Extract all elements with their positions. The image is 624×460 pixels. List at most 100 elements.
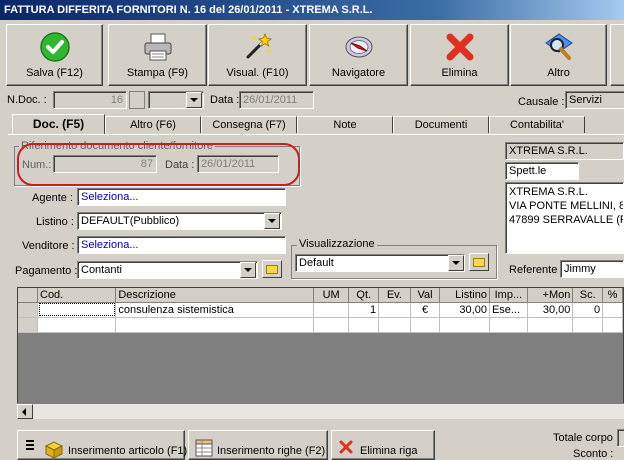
print-button[interactable]: Stampa (F9)	[108, 24, 207, 86]
listino-select[interactable]: DEFAULT(Pubblico)	[77, 212, 282, 230]
grid-cell[interactable]	[378, 317, 411, 333]
insert-rows-button[interactable]: Inserimento righe (F2)	[188, 430, 328, 460]
tab-note[interactable]: Note	[297, 116, 393, 133]
col-header-imp[interactable]: Imp...	[489, 288, 528, 303]
view-label: Visual. (F10)	[226, 67, 289, 79]
visualizzazione-folder-button[interactable]	[469, 253, 489, 271]
col-header-ev[interactable]: Ev.	[378, 288, 411, 303]
cell-ev[interactable]	[378, 302, 411, 318]
grid-cell[interactable]	[602, 317, 623, 333]
search-document-icon	[544, 33, 573, 60]
tab-contabilita[interactable]: Contabilita'	[489, 116, 585, 133]
scroll-left-arrow-icon[interactable]	[17, 404, 33, 419]
col-header-um[interactable]: UM	[313, 288, 350, 303]
customer-greeting-field[interactable]: Spett.le	[505, 162, 579, 180]
pagamento-folder-button[interactable]	[262, 260, 282, 278]
grid-cell[interactable]	[439, 317, 490, 333]
tab-consegna[interactable]: Consegna (F7)	[201, 116, 297, 133]
delete-row-button[interactable]: Elimina riga	[331, 430, 435, 460]
cell-val[interactable]: €	[410, 302, 441, 318]
delete-x-icon	[446, 33, 473, 61]
ndoc-label: N.Doc. :	[7, 94, 47, 106]
tab-panel-border	[8, 134, 624, 135]
col-header-perc[interactable]: %	[602, 288, 623, 303]
cell-imp[interactable]: Ese...	[489, 302, 528, 318]
visualizzazione-select[interactable]: Default	[295, 254, 465, 272]
grid-cell[interactable]	[115, 317, 314, 333]
document-lines-grid: Cod. Descrizione UM Qt. Ev. Val Listino …	[17, 287, 624, 419]
address-line: VIA PONTE MELLINI, 80	[509, 200, 624, 212]
agente-field[interactable]: Seleziona...	[77, 188, 286, 206]
insert-article-label: Inserimento articolo (F1)	[68, 445, 188, 457]
row-selector[interactable]	[18, 302, 38, 318]
listino-label: Listino :	[36, 216, 74, 228]
grid-horizontal-scrollbar[interactable]	[17, 403, 624, 419]
insert-article-button[interactable]: Inserimento articolo (F1)	[17, 430, 188, 460]
totale-corpo-label: Totale corpo :	[553, 432, 620, 444]
referente-label: Referente	[509, 264, 558, 276]
grid-cell[interactable]	[348, 317, 380, 333]
col-header-val[interactable]: Val	[410, 288, 441, 303]
col-header-sc[interactable]: Sc.	[572, 288, 604, 303]
delete-label: Elimina	[441, 67, 478, 79]
ndoc-series-dropdown-icon[interactable]	[186, 92, 202, 108]
visualizzazione-legend: Visualizzazione	[297, 238, 377, 250]
navigator-button[interactable]: Navigatore	[309, 24, 408, 86]
cell-mon[interactable]: 30,00	[527, 302, 574, 318]
print-label: Stampa (F9)	[126, 67, 189, 79]
grid-cell[interactable]	[527, 317, 574, 333]
agente-label: Agente :	[32, 192, 73, 204]
table-row[interactable]	[18, 317, 623, 333]
grid-cell[interactable]	[489, 317, 528, 333]
folder-icon	[266, 265, 278, 274]
col-header-listino[interactable]: Listino	[439, 288, 490, 303]
ndoc-suffix-box[interactable]	[129, 91, 145, 109]
tab-documenti[interactable]: Documenti	[393, 116, 489, 133]
grid-cell[interactable]	[313, 317, 350, 333]
navigator-label: Navigatore	[331, 67, 386, 79]
pagamento-select[interactable]: Contanti	[77, 261, 258, 279]
address-line: XTREMA S.R.L.	[509, 186, 588, 198]
cell-cod[interactable]	[37, 302, 117, 318]
col-header-cod[interactable]: Cod.	[37, 288, 117, 303]
customer-address-box[interactable]: XTREMA S.R.L. VIA PONTE MELLINI, 80 4789…	[505, 182, 624, 254]
cell-um[interactable]	[313, 302, 350, 318]
grid-cell[interactable]	[37, 317, 117, 333]
cell-perc[interactable]	[602, 302, 623, 318]
causale-label: Causale :	[518, 96, 565, 108]
highlight-ring	[17, 143, 300, 186]
pagamento-dropdown-icon[interactable]	[240, 262, 256, 278]
box-icon	[44, 441, 64, 459]
venditore-field[interactable]: Seleziona...	[77, 236, 286, 254]
listino-dropdown-icon[interactable]	[264, 213, 280, 229]
toolbar-overflow-button[interactable]	[610, 24, 624, 86]
row-selector[interactable]	[18, 317, 38, 333]
delete-button[interactable]: Elimina	[410, 24, 509, 86]
cell-listino[interactable]: 30,00	[439, 302, 490, 318]
col-header-descrizione[interactable]: Descrizione	[115, 288, 314, 303]
table-row[interactable]: consulenza sistemistica 1 € 30,00 Ese...…	[18, 302, 623, 318]
printer-icon	[144, 33, 171, 61]
venditore-label: Venditore :	[22, 240, 75, 252]
other-button[interactable]: Altro	[510, 24, 607, 86]
visualizzazione-dropdown-icon[interactable]	[448, 255, 464, 271]
col-header-mon[interactable]: +Mon	[527, 288, 574, 303]
cell-descrizione[interactable]: consulenza sistemistica	[115, 302, 314, 318]
date-field[interactable]: 26/01/2011	[239, 91, 314, 109]
grid-cell[interactable]	[572, 317, 604, 333]
lines-table: Cod. Descrizione UM Qt. Ev. Val Listino …	[18, 288, 623, 333]
causale-field[interactable]: Servizi	[565, 91, 624, 109]
customer-name-field: XTREMA S.R.L.	[505, 142, 624, 160]
view-button[interactable]: Visual. (F10)	[208, 24, 307, 86]
col-header-qt[interactable]: Qt.	[348, 288, 380, 303]
grid-cell[interactable]	[410, 317, 441, 333]
ndoc-field[interactable]: 16	[53, 91, 127, 109]
tab-doc[interactable]: Doc. (F5)	[12, 114, 105, 135]
referente-field[interactable]: Jimmy	[560, 260, 624, 278]
cell-qt[interactable]: 1	[348, 302, 380, 318]
save-button[interactable]: Salva (F12)	[6, 24, 103, 86]
grid-header-row: Cod. Descrizione UM Qt. Ev. Val Listino …	[18, 288, 623, 303]
tab-altro[interactable]: Altro (F6)	[105, 116, 201, 133]
toolbar: Salva (F12) Stampa (F9) Visual. (F10) Na…	[0, 20, 624, 88]
cell-sc[interactable]: 0	[572, 302, 604, 318]
